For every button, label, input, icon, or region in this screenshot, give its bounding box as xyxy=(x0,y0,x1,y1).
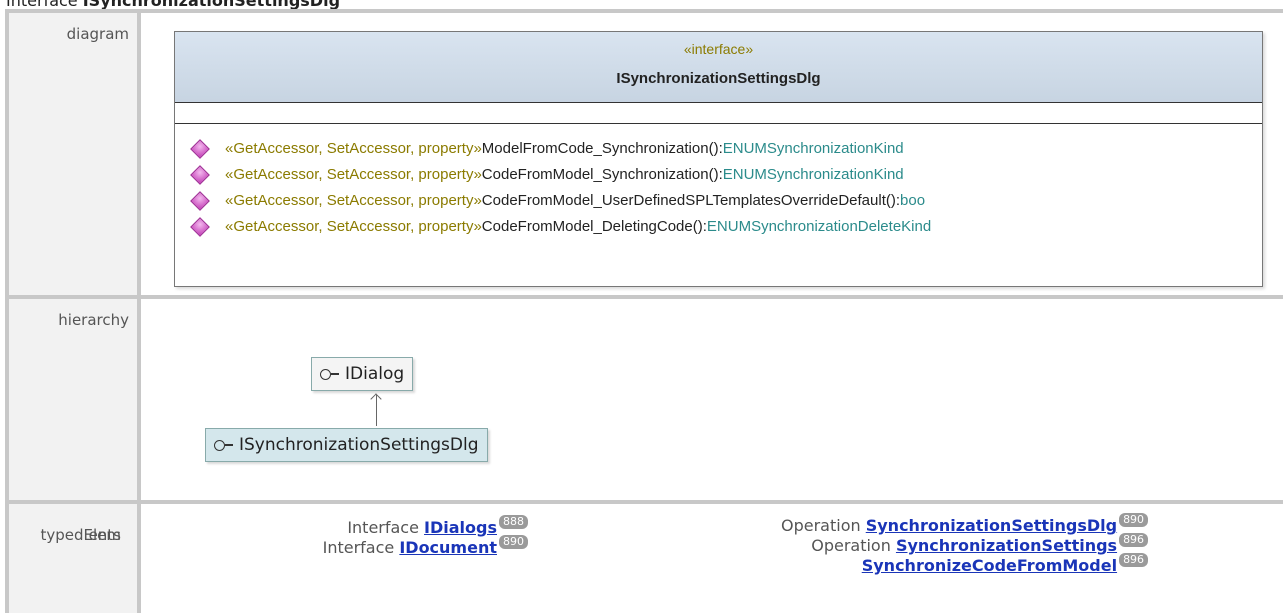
typed-element-kind: Interface xyxy=(347,518,425,537)
hierarchy-parent-box[interactable]: IDialog xyxy=(311,357,414,391)
page-number-badge: 888 xyxy=(499,515,528,529)
page-number-badge: 890 xyxy=(499,535,528,549)
uml-interface-box[interactable]: «interface» ISynchronizationSettingsDlg … xyxy=(174,31,1263,287)
typed-elements-content-cell: Interface IDialogs 888 Interface IDocument… xyxy=(141,504,1283,613)
typed-element-entry: Interface IDocument 890 xyxy=(322,535,528,558)
diagram-label: diagram xyxy=(66,25,129,43)
typed-elements-left-list: Interface IDialogs 888 Interface IDocument… xyxy=(322,515,528,558)
uml-stereotype: «interface» xyxy=(683,41,754,57)
typed-elements-label-cell: typedElem ents xyxy=(9,504,137,613)
uml-header: «interface» ISynchronizationSettingsDlg xyxy=(175,32,1262,103)
operation-type: ENUMSynchronizationKind xyxy=(722,166,904,183)
typed-element-entry: Interface IDialogs 888 xyxy=(323,515,528,538)
interface-lollipop-icon xyxy=(214,439,233,451)
diagram-label-cell: diagram xyxy=(9,13,137,295)
operation-name: CodeFromModel_Synchronization(): xyxy=(481,166,723,183)
typed-element-link[interactable]: SynchronizeCodeFromModel xyxy=(862,556,1117,575)
hierarchy-row: hierarchy IDialog ISynchronizationSettin… xyxy=(9,299,1283,500)
hierarchy-parent-name: IDialog xyxy=(345,364,405,384)
page-number-badge: 890 xyxy=(1119,513,1149,527)
interface-detail-table: diagram «interface» ISynchronizationSett… xyxy=(5,9,1283,613)
diagram-row: diagram «interface» ISynchronizationSett… xyxy=(9,13,1283,295)
diagram-content-cell: «interface» ISynchronizationSettingsDlg … xyxy=(141,13,1283,295)
typed-elements-right-list: Operation SynchronizationSettingsDlg 890 O… xyxy=(781,513,1149,576)
interface-lollipop-icon xyxy=(320,368,339,380)
uml-operation[interactable]: «GetAccessor, SetAccessor, property» Cod… xyxy=(189,162,1258,188)
hierarchy-child-box[interactable]: ISynchronizationSettingsDlg xyxy=(205,428,488,462)
operation-type: ENUMSynchronizationKind xyxy=(722,140,904,157)
typed-element-link[interactable]: SynchronizationSettings xyxy=(896,536,1117,555)
operation-stereotype: «GetAccessor, SetAccessor, property» xyxy=(225,140,482,157)
operation-diamond-icon xyxy=(190,191,210,211)
operation-name: CodeFromModel_DeletingCode(): xyxy=(481,218,707,235)
typed-element-entry: SynchronizeCodeFromModel 896 xyxy=(781,553,1149,576)
typed-element-kind: Interface xyxy=(322,538,400,557)
typed-element-entry: Operation SynchronizationSettings 896 xyxy=(781,533,1149,556)
operation-stereotype: «GetAccessor, SetAccessor, property» xyxy=(225,192,482,209)
operation-diamond-icon xyxy=(190,165,210,185)
generalization-arrow-head-icon xyxy=(370,393,382,405)
hierarchy-child-name: ISynchronizationSettingsDlg xyxy=(239,435,479,455)
typed-element-link[interactable]: SynchronizationSettingsDlg xyxy=(866,516,1117,535)
operation-diamond-icon xyxy=(190,139,210,159)
hierarchy-label-cell: hierarchy xyxy=(9,299,137,500)
page-number-badge: 896 xyxy=(1119,533,1149,547)
hierarchy-content-cell: IDialog ISynchronizationSettingsDlg xyxy=(141,299,1283,500)
uml-operation[interactable]: «GetAccessor, SetAccessor, property» Cod… xyxy=(189,188,1258,214)
uml-attributes-compartment xyxy=(175,103,1262,124)
typed-element-entry: Operation SynchronizationSettingsDlg 890 xyxy=(781,513,1149,536)
operation-name: CodeFromModel_UserDefinedSPLTemplatesOve… xyxy=(481,192,901,209)
typed-element-kind: Operation xyxy=(781,516,866,535)
typed-element-kind: Operation xyxy=(811,536,896,555)
uml-operations-compartment: «GetAccessor, SetAccessor, property» Mod… xyxy=(189,136,1258,240)
operation-type: ENUMSynchronizationDeleteKind xyxy=(706,218,932,235)
hierarchy-label: hierarchy xyxy=(58,311,129,329)
uml-operation[interactable]: «GetAccessor, SetAccessor, property» Cod… xyxy=(189,214,1258,240)
operation-stereotype: «GetAccessor, SetAccessor, property» xyxy=(225,166,482,183)
operation-diamond-icon xyxy=(190,217,210,237)
typed-element-link[interactable]: IDocument xyxy=(399,538,497,557)
uml-operation[interactable]: «GetAccessor, SetAccessor, property» Mod… xyxy=(189,136,1258,162)
uml-interface-name: ISynchronizationSettingsDlg xyxy=(616,70,821,87)
operation-name: ModelFromCode_Synchronization(): xyxy=(481,140,723,157)
page-number-badge: 896 xyxy=(1119,553,1149,567)
operation-stereotype: «GetAccessor, SetAccessor, property» xyxy=(225,218,482,235)
operation-type: boo xyxy=(900,192,926,209)
typed-element-link[interactable]: IDialogs xyxy=(424,518,497,537)
typed-elements-row: typedElem ents Interface IDialogs 888 Inter… xyxy=(9,504,1283,613)
